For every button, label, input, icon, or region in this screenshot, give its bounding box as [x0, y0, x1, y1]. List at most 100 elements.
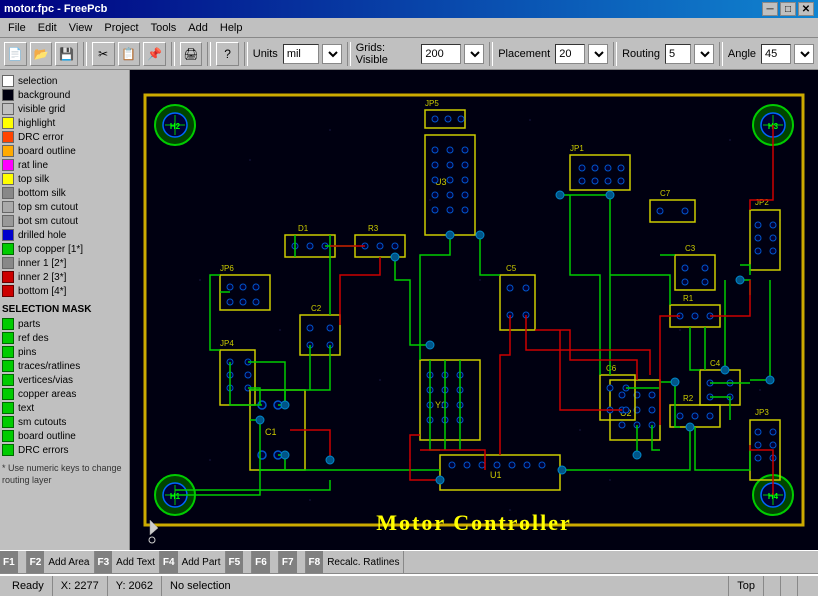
- close-button[interactable]: ✕: [798, 2, 814, 16]
- legend-rat-line[interactable]: rat line: [2, 158, 127, 172]
- main-area: selection background visible grid highli…: [0, 70, 818, 550]
- f3-key[interactable]: F3 Add Text: [95, 551, 160, 573]
- legend-visible-grid[interactable]: visible grid: [2, 102, 127, 116]
- f1-key[interactable]: F1: [0, 551, 27, 573]
- legend-highlight[interactable]: highlight: [2, 116, 127, 130]
- legend-background[interactable]: background: [2, 88, 127, 102]
- units-input[interactable]: [283, 44, 319, 64]
- mask-copper-areas[interactable]: copper areas: [2, 387, 127, 401]
- selection-mask-title: SELECTION MASK: [2, 304, 127, 315]
- sep8: [719, 42, 723, 66]
- legend-top-copper[interactable]: top copper [1*]: [2, 242, 127, 256]
- legend-bottom-silk[interactable]: bottom silk: [2, 186, 127, 200]
- mask-drc-errors[interactable]: DRC errors: [2, 443, 127, 457]
- status-extra2: [781, 576, 798, 596]
- placement-input[interactable]: [555, 44, 585, 64]
- f8-key[interactable]: F8 Recalc. Ratlines: [306, 551, 405, 573]
- sep5: [347, 42, 351, 66]
- routing-dropdown[interactable]: ▼: [694, 44, 714, 64]
- svg-text:U1: U1: [490, 470, 502, 480]
- legend-bottom[interactable]: bottom [4*]: [2, 284, 127, 298]
- legend-selection[interactable]: selection: [2, 74, 127, 88]
- status-selection: No selection: [162, 576, 729, 596]
- sep6: [489, 42, 493, 66]
- legend-bottom-silk-label: bottom silk: [18, 188, 66, 199]
- legend-background-label: background: [18, 90, 70, 101]
- legend-board-outline-label: board outline: [18, 146, 76, 157]
- f7-key[interactable]: F7: [279, 551, 306, 573]
- menu-project[interactable]: Project: [98, 20, 144, 36]
- status-extra1: [764, 576, 781, 596]
- sep7: [613, 42, 617, 66]
- units-dropdown[interactable]: ▼: [322, 44, 342, 64]
- mask-traces[interactable]: traces/ratlines: [2, 359, 127, 373]
- svg-text:C2: C2: [311, 304, 322, 313]
- mask-board-outline[interactable]: board outline: [2, 429, 127, 443]
- mask-pins[interactable]: pins: [2, 345, 127, 359]
- menu-view[interactable]: View: [63, 20, 99, 36]
- f4-key[interactable]: F4 Add Part: [160, 551, 226, 573]
- legend-selection-label: selection: [18, 76, 57, 87]
- menu-help[interactable]: Help: [214, 20, 249, 36]
- mask-sm-cutouts[interactable]: sm cutouts: [2, 415, 127, 429]
- menu-edit[interactable]: Edit: [32, 20, 63, 36]
- left-panel: selection background visible grid highli…: [0, 70, 130, 550]
- minimize-button[interactable]: ─: [762, 2, 778, 16]
- angle-input[interactable]: [761, 44, 791, 64]
- legend-drc-error-label: DRC error: [18, 132, 64, 143]
- svg-text:H2: H2: [170, 122, 181, 131]
- mask-refdes[interactable]: ref des: [2, 331, 127, 345]
- pcb-canvas[interactable]: H2 H3 H1 H4 JP2: [130, 70, 818, 550]
- title-bar: motor.fpc - FreePcb ─ □ ✕: [0, 0, 818, 18]
- legend-drilled-hole[interactable]: drilled hole: [2, 228, 127, 242]
- f2-key[interactable]: F2 Add Area: [27, 551, 95, 573]
- menu-tools[interactable]: Tools: [145, 20, 183, 36]
- status-bar: Ready X: 2277 Y: 2062 No selection Top: [0, 574, 818, 596]
- legend-drc-error[interactable]: DRC error: [2, 130, 127, 144]
- legend-visible-grid-label: visible grid: [18, 104, 65, 115]
- fkey-bar: F1 F2 Add Area F3 Add Text F4 Add Part F…: [0, 550, 818, 574]
- paste-button[interactable]: 📌: [143, 42, 166, 66]
- print-button[interactable]: 🖨: [180, 42, 203, 66]
- mask-parts[interactable]: parts: [2, 317, 127, 331]
- mask-vertices[interactable]: vertices/vias: [2, 373, 127, 387]
- legend-top-sm-cutout[interactable]: top sm cutout: [2, 200, 127, 214]
- legend-top-copper-label: top copper [1*]: [18, 244, 83, 255]
- status-y: Y: 2062: [108, 576, 162, 596]
- legend-rat-line-label: rat line: [18, 160, 48, 171]
- placement-dropdown[interactable]: ▼: [588, 44, 608, 64]
- grids-input[interactable]: [421, 44, 461, 64]
- menu-add[interactable]: Add: [182, 20, 214, 36]
- f5-key[interactable]: F5: [226, 551, 253, 573]
- svg-text:Motor Controller: Motor Controller: [376, 510, 572, 535]
- legend-inner2[interactable]: inner 2 [3*]: [2, 270, 127, 284]
- f6-key[interactable]: F6: [252, 551, 279, 573]
- svg-text:H1: H1: [170, 492, 181, 501]
- save-button[interactable]: 💾: [55, 42, 78, 66]
- svg-text:JP6: JP6: [220, 264, 234, 273]
- legend-inner1[interactable]: inner 1 [2*]: [2, 256, 127, 270]
- routing-input[interactable]: [665, 44, 691, 64]
- legend-top-silk[interactable]: top silk: [2, 172, 127, 186]
- status-layer: Top: [729, 576, 764, 596]
- help-button[interactable]: ?: [216, 42, 239, 66]
- legend-board-outline[interactable]: board outline: [2, 144, 127, 158]
- copy-button[interactable]: 📋: [118, 42, 141, 66]
- sep1: [83, 42, 87, 66]
- routing-note: * Use numeric keys to change routing lay…: [2, 463, 127, 486]
- units-label: Units: [253, 48, 278, 60]
- grids-dropdown[interactable]: ▼: [464, 44, 484, 64]
- cut-button[interactable]: ✂: [92, 42, 115, 66]
- grids-label: Grids: Visible: [356, 42, 417, 66]
- mask-text[interactable]: text: [2, 401, 127, 415]
- legend-bot-sm-cutout[interactable]: bot sm cutout: [2, 214, 127, 228]
- legend-inner1-label: inner 1 [2*]: [18, 258, 66, 269]
- open-button[interactable]: 📂: [30, 42, 53, 66]
- maximize-button[interactable]: □: [780, 2, 796, 16]
- angle-dropdown[interactable]: ▼: [794, 44, 814, 64]
- legend-bot-sm-cutout-label: bot sm cutout: [18, 216, 78, 227]
- new-button[interactable]: 📄: [4, 42, 27, 66]
- svg-text:JP4: JP4: [220, 339, 234, 348]
- svg-text:R3: R3: [368, 224, 379, 233]
- menu-file[interactable]: File: [2, 20, 32, 36]
